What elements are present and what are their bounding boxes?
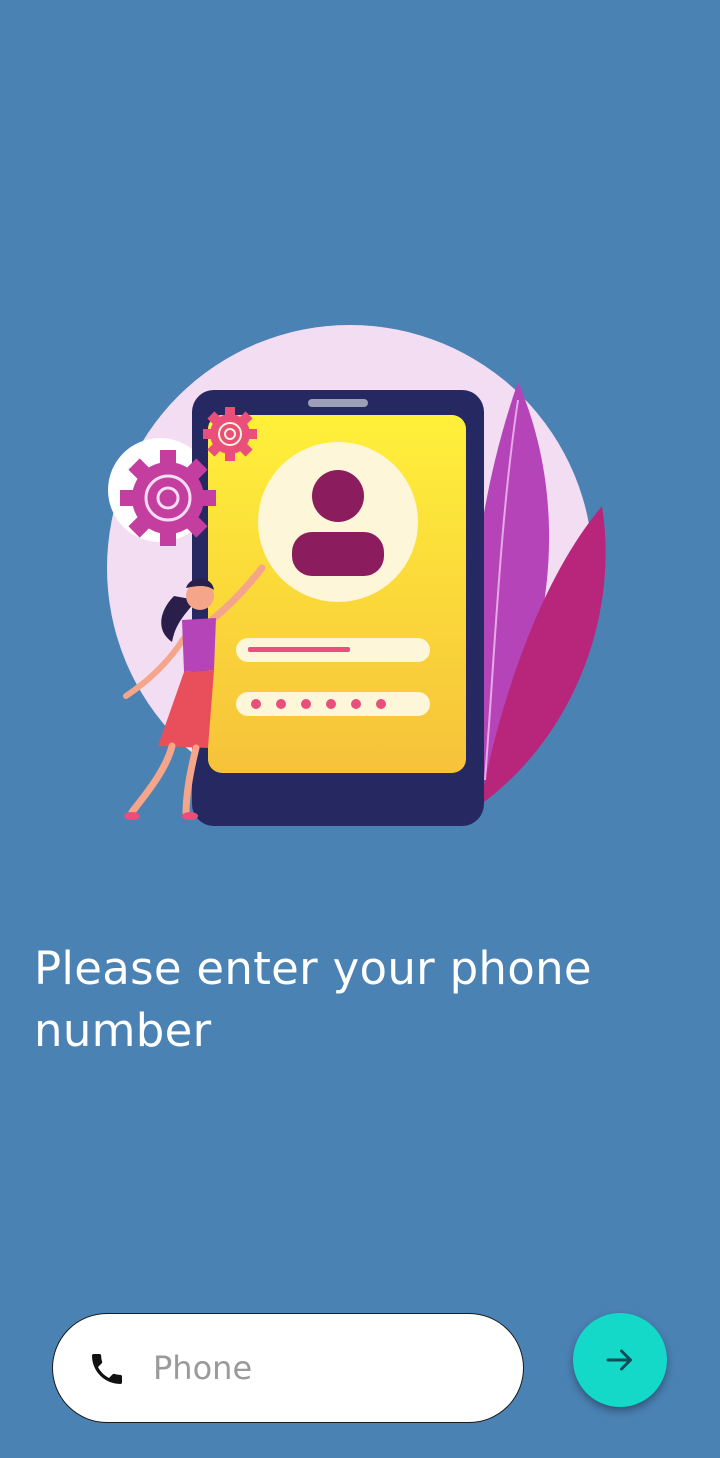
phone-speaker xyxy=(308,399,368,407)
small-gear-icon xyxy=(203,407,257,461)
phone-icon xyxy=(92,1354,122,1384)
username-line-graphic xyxy=(248,647,350,652)
next-button[interactable] xyxy=(573,1313,667,1407)
avatar-body xyxy=(292,532,384,576)
page-title: Please enter your phone number xyxy=(34,942,592,1057)
phone-login-illustration xyxy=(107,325,606,826)
phone-input[interactable] xyxy=(153,1334,493,1402)
large-gear-icon xyxy=(120,450,216,546)
arrow-right-icon xyxy=(606,1349,632,1371)
avatar-head xyxy=(312,470,364,522)
phone-field[interactable] xyxy=(52,1313,524,1423)
